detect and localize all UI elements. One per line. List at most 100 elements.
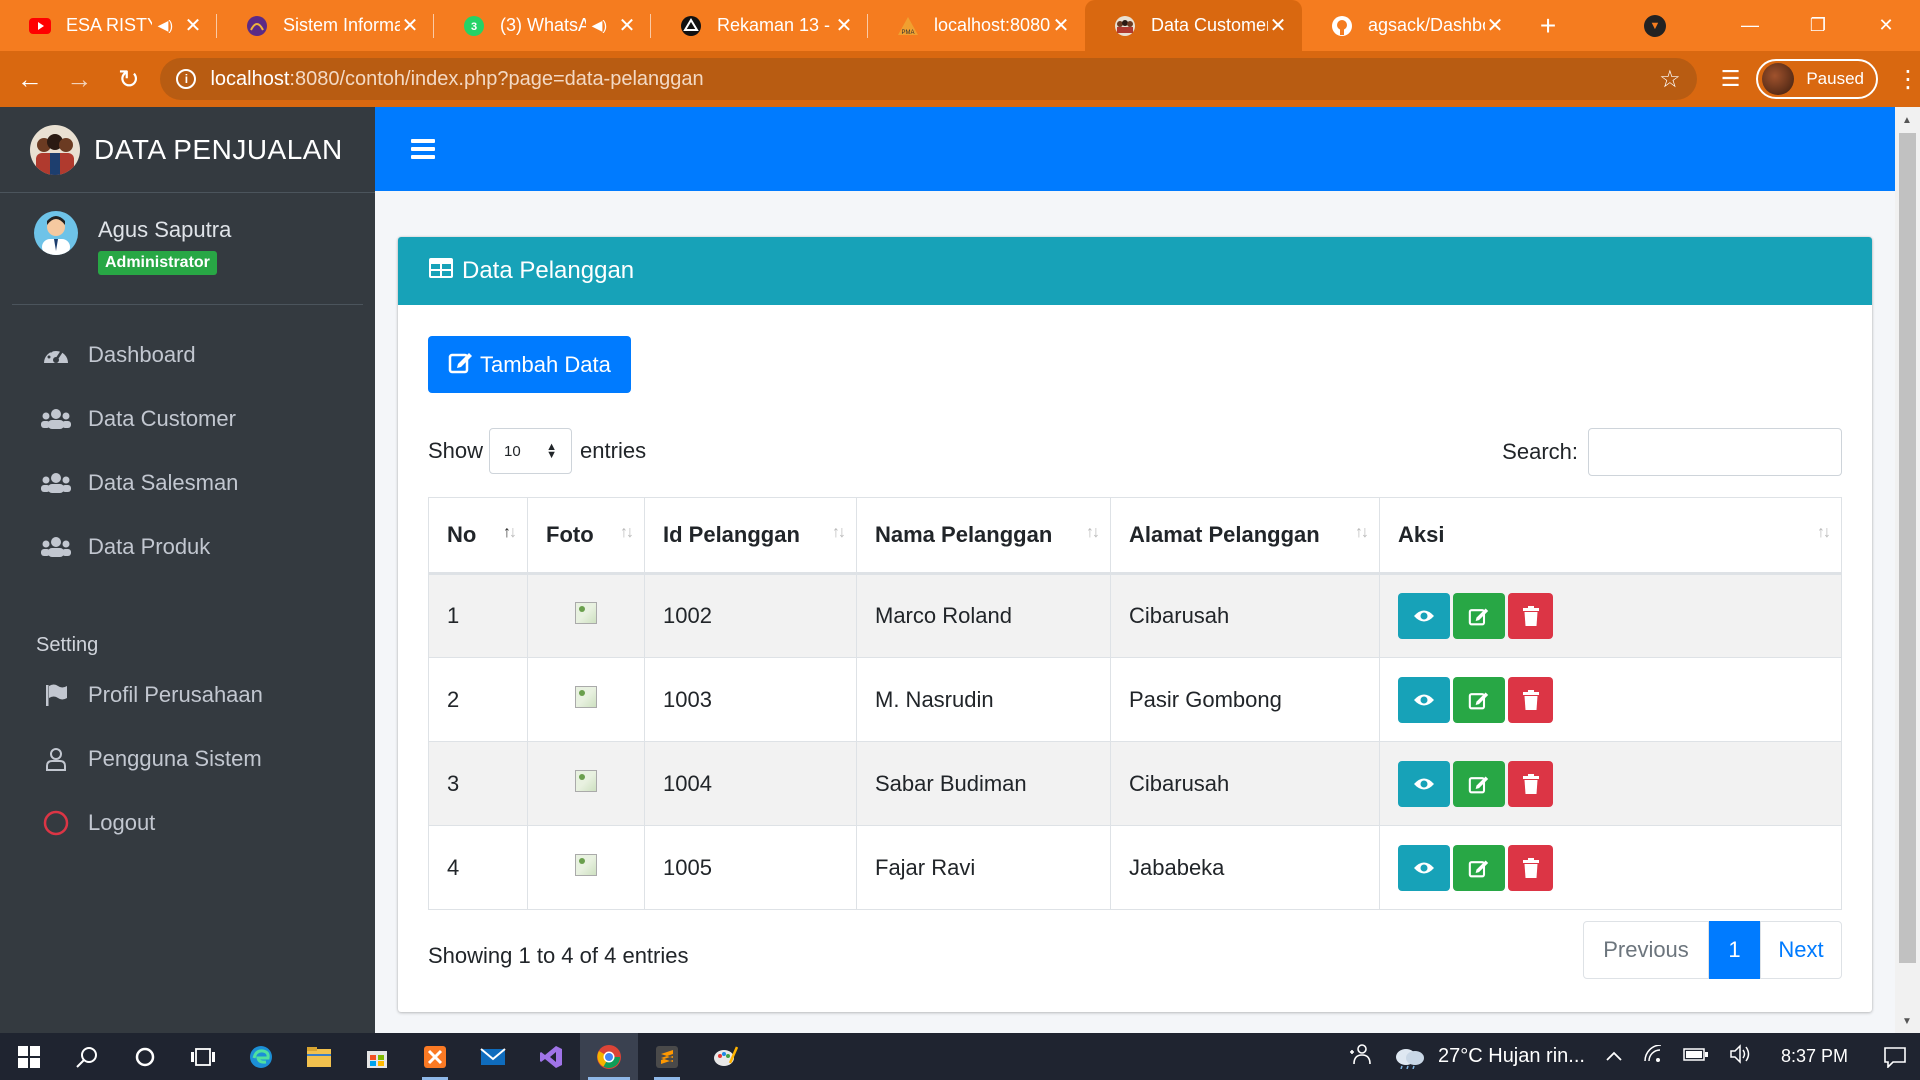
notification-icon[interactable] bbox=[1870, 1046, 1920, 1068]
close-icon[interactable]: ✕ bbox=[183, 13, 203, 38]
user-name[interactable]: Agus Saputra bbox=[98, 217, 231, 243]
edit-button[interactable] bbox=[1453, 844, 1505, 891]
brand-link[interactable]: DATA PENJUALAN bbox=[0, 107, 375, 193]
close-icon[interactable]: ✕ bbox=[1485, 13, 1505, 38]
info-icon[interactable]: i bbox=[176, 69, 197, 89]
column-header-nama[interactable]: Nama Pelanggan ↑↓ bbox=[856, 497, 1111, 575]
system-tray: 27°C Hujan rin... 8:37 PM bbox=[1338, 1042, 1920, 1072]
xampp-icon[interactable] bbox=[406, 1033, 464, 1080]
speaker-icon[interactable]: ◀) bbox=[592, 17, 607, 34]
forward-button[interactable]: → bbox=[59, 59, 98, 99]
chevron-up-icon[interactable] bbox=[1605, 1045, 1623, 1068]
tambah-data-button[interactable]: Tambah Data bbox=[428, 336, 631, 393]
sidebar-item-data-customer[interactable]: Data Customer bbox=[0, 387, 375, 451]
visual-studio-icon[interactable] bbox=[522, 1033, 580, 1080]
edit-button[interactable] bbox=[1453, 593, 1505, 639]
sort-icon: ↑↓ bbox=[832, 524, 846, 541]
task-view-icon[interactable] bbox=[174, 1033, 232, 1080]
browser-tab[interactable]: PMA localhost:8080 ✕ bbox=[868, 0, 1085, 51]
sidebar-item-pengguna-sistem[interactable]: Pengguna Sistem bbox=[0, 727, 375, 791]
delete-button[interactable] bbox=[1508, 593, 1553, 639]
close-icon[interactable]: ✕ bbox=[1051, 13, 1071, 38]
delete-button[interactable] bbox=[1508, 760, 1553, 807]
tab-search-icon[interactable]: ▼ bbox=[1644, 14, 1666, 37]
close-icon[interactable]: ✕ bbox=[400, 13, 420, 38]
column-header-foto[interactable]: Foto ↑↓ bbox=[527, 497, 645, 575]
file-explorer-icon[interactable] bbox=[290, 1033, 348, 1080]
page-length-control: Show 10 ▲ ▼ entries bbox=[428, 428, 646, 474]
search-icon[interactable] bbox=[58, 1033, 116, 1080]
edge-icon[interactable] bbox=[232, 1033, 290, 1080]
edit-button[interactable] bbox=[1453, 760, 1505, 807]
battery-icon[interactable] bbox=[1683, 1045, 1709, 1068]
sublime-text-icon[interactable] bbox=[638, 1033, 696, 1080]
column-header-aksi[interactable]: Aksi ↑↓ bbox=[1379, 497, 1842, 575]
browser-tab[interactable]: Rekaman 13 - ( ✕ bbox=[651, 0, 868, 51]
column-header-no[interactable]: No ↑↓ bbox=[428, 497, 528, 575]
table-info: Showing 1 to 4 of 4 entries bbox=[428, 943, 689, 968]
youtube-icon bbox=[28, 14, 52, 38]
store-icon[interactable] bbox=[348, 1033, 406, 1080]
back-button[interactable]: ← bbox=[10, 59, 49, 99]
restore-button[interactable]: ❐ bbox=[1784, 0, 1852, 51]
new-tab-button[interactable]: + bbox=[1519, 0, 1577, 51]
taskbar-clock[interactable]: 8:37 PM bbox=[1781, 1046, 1848, 1067]
view-button[interactable] bbox=[1398, 844, 1450, 891]
browser-tab-active[interactable]: Data Customer ✕ bbox=[1085, 0, 1302, 51]
windows-start-icon[interactable] bbox=[0, 1033, 58, 1080]
close-window-button[interactable]: ✕ bbox=[1852, 0, 1920, 51]
edit-icon bbox=[448, 350, 474, 380]
minimize-button[interactable]: — bbox=[1716, 0, 1784, 51]
menu-kebab-icon[interactable]: ⋮ bbox=[1896, 65, 1920, 94]
delete-button[interactable] bbox=[1508, 676, 1553, 723]
wifi-icon[interactable] bbox=[1643, 1043, 1663, 1069]
paint-icon[interactable] bbox=[696, 1033, 754, 1080]
svg-text:PMA: PMA bbox=[901, 30, 914, 36]
site-favicon-icon bbox=[245, 14, 269, 38]
pagination-page-1[interactable]: 1 bbox=[1709, 921, 1760, 979]
bookmark-star-icon[interactable]: ☆ bbox=[1659, 65, 1681, 94]
sidebar-item-logout[interactable]: Logout bbox=[0, 791, 375, 855]
reload-button[interactable]: ↻ bbox=[109, 59, 148, 99]
column-header-id[interactable]: Id Pelanggan ↑↓ bbox=[644, 497, 857, 575]
browser-tab[interactable]: agsack/Dashbo ✕ bbox=[1302, 0, 1519, 51]
browser-tab[interactable]: ESA RISTY ◀) ✕ bbox=[0, 0, 217, 51]
page-length-select[interactable]: 10 ▲ ▼ bbox=[489, 428, 573, 474]
reading-list-icon[interactable]: ☰ bbox=[1721, 66, 1741, 92]
hamburger-menu-icon[interactable] bbox=[411, 135, 435, 163]
mail-icon[interactable] bbox=[464, 1033, 522, 1080]
address-bar[interactable]: i localhost:8080/contoh/index.php?page=d… bbox=[160, 58, 1697, 100]
scrollbar-thumb[interactable] bbox=[1899, 133, 1916, 963]
cortana-icon[interactable] bbox=[116, 1033, 174, 1080]
view-button[interactable] bbox=[1398, 676, 1450, 723]
search-input[interactable] bbox=[1588, 428, 1842, 476]
profile-button[interactable]: Paused bbox=[1756, 59, 1879, 99]
chrome-icon[interactable] bbox=[580, 1033, 638, 1080]
edit-button[interactable] bbox=[1453, 676, 1505, 723]
close-icon[interactable]: ✕ bbox=[834, 13, 854, 38]
sidebar-item-data-salesman[interactable]: Data Salesman bbox=[0, 451, 375, 515]
page-scrollbar[interactable]: ▲ ▼ bbox=[1895, 107, 1920, 1033]
speaker-icon[interactable]: ◀) bbox=[158, 17, 173, 34]
column-header-alamat[interactable]: Alamat Pelanggan ↑↓ bbox=[1110, 497, 1380, 575]
weather-widget[interactable]: 27°C Hujan rin... bbox=[1392, 1045, 1585, 1069]
scroll-down-icon[interactable]: ▼ bbox=[1902, 1016, 1912, 1027]
close-icon[interactable]: ✕ bbox=[617, 13, 637, 38]
sidebar-item-data-produk[interactable]: Data Produk bbox=[0, 515, 375, 579]
sidebar-item-dashboard[interactable]: Dashboard bbox=[0, 323, 375, 387]
view-button[interactable] bbox=[1398, 760, 1450, 807]
pma-icon: PMA bbox=[896, 14, 920, 38]
flag-icon bbox=[40, 682, 72, 708]
volume-icon[interactable] bbox=[1729, 1043, 1753, 1070]
view-button[interactable] bbox=[1398, 593, 1450, 639]
sidebar-item-profil-perusahaan[interactable]: Profil Perusahaan bbox=[0, 663, 375, 727]
delete-button[interactable] bbox=[1508, 844, 1553, 891]
browser-tab[interactable]: 3 (3) WhatsA ◀) ✕ bbox=[434, 0, 651, 51]
pagination-previous[interactable]: Previous bbox=[1583, 921, 1709, 979]
close-icon[interactable]: ✕ bbox=[1268, 13, 1288, 38]
avatar bbox=[1762, 63, 1795, 95]
pagination-next[interactable]: Next bbox=[1760, 921, 1842, 979]
browser-tab[interactable]: Sistem Informa ✕ bbox=[217, 0, 434, 51]
scroll-up-icon[interactable]: ▲ bbox=[1902, 115, 1912, 126]
people-icon[interactable] bbox=[1348, 1042, 1372, 1072]
